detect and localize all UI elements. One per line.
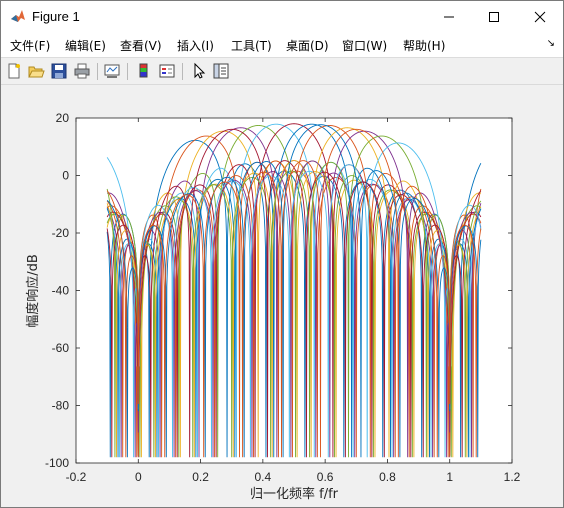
toolbar-separator <box>127 63 128 80</box>
y-tick-label: -20 <box>52 226 70 240</box>
menu-overflow-arrow-icon[interactable]: ↘ <box>547 38 555 49</box>
menu-tools[interactable]: 工具(T) <box>231 37 272 54</box>
matlab-logo-icon <box>11 10 25 22</box>
save-icon[interactable] <box>50 62 68 80</box>
y-tick-label: -60 <box>52 341 70 355</box>
open-file-icon[interactable] <box>27 62 45 80</box>
figure-window: Figure 1 文件(F) 编辑(E) 查看(V) 插入(I) 工具(T) 桌… <box>0 0 564 508</box>
menu-window[interactable]: 窗口(W) <box>342 37 387 54</box>
pointer-icon[interactable] <box>190 62 208 80</box>
x-tick-label: 1.2 <box>504 470 521 484</box>
figure-canvas[interactable]: -0.2 0 0.2 0.4 0.6 0.8 1 1.2 -100 -80 -60 -40 -20 0 20… <box>1 86 563 507</box>
x-tick-label: 0.2 <box>192 470 209 484</box>
plot-canvas[interactable]: -0.2 0 0.2 0.4 0.6 0.8 1 1.2 -100 -80 -60 -40 -20 0 20… <box>1 86 563 507</box>
x-tick-label: 1 <box>446 470 453 484</box>
close-icon <box>534 11 546 22</box>
insert-legend-icon[interactable] <box>158 62 176 80</box>
menu-help[interactable]: 帮助(H) <box>403 37 445 54</box>
toolbar-separator <box>182 63 183 80</box>
x-tick-label: 0.4 <box>255 470 272 484</box>
close-button[interactable] <box>517 1 563 32</box>
menu-bar: 文件(F) 编辑(E) 查看(V) 插入(I) 工具(T) 桌面(D) 窗口(W… <box>1 32 563 58</box>
window-title: Figure 1 <box>32 9 80 24</box>
x-tick-label: -0.2 <box>66 470 87 484</box>
insert-colorbar-icon[interactable] <box>135 62 153 80</box>
new-figure-icon[interactable] <box>5 62 23 80</box>
y-tick-label: -80 <box>52 399 70 413</box>
y-axis-label: 幅度响应/dB <box>25 254 41 328</box>
maximize-icon <box>489 11 499 22</box>
maximize-button[interactable] <box>471 1 517 32</box>
link-plot-icon[interactable] <box>103 62 121 80</box>
figure-toolbar <box>1 59 563 85</box>
menu-edit[interactable]: 编辑(E) <box>65 37 106 54</box>
title-bar[interactable]: Figure 1 <box>1 1 563 32</box>
menu-view[interactable]: 查看(V) <box>120 37 162 54</box>
y-tick-label: 20 <box>56 111 70 125</box>
y-tick-label: 0 <box>62 169 69 183</box>
minimize-icon <box>444 16 454 17</box>
property-inspector-icon[interactable] <box>212 62 230 80</box>
print-icon[interactable] <box>73 62 91 80</box>
toolbar-separator <box>97 63 98 80</box>
y-tick-label: -40 <box>52 284 70 298</box>
x-tick-label: 0.6 <box>317 470 334 484</box>
menu-insert[interactable]: 插入(I) <box>177 37 214 54</box>
x-tick-label: 0.8 <box>379 470 396 484</box>
menu-desktop[interactable]: 桌面(D) <box>286 37 329 54</box>
x-axis-label: 归一化频率 f/fr <box>250 486 339 502</box>
minimize-button[interactable] <box>426 1 472 32</box>
menu-file[interactable]: 文件(F) <box>10 37 50 54</box>
x-tick-label: 0 <box>135 470 142 484</box>
y-tick-label: -100 <box>45 456 69 470</box>
